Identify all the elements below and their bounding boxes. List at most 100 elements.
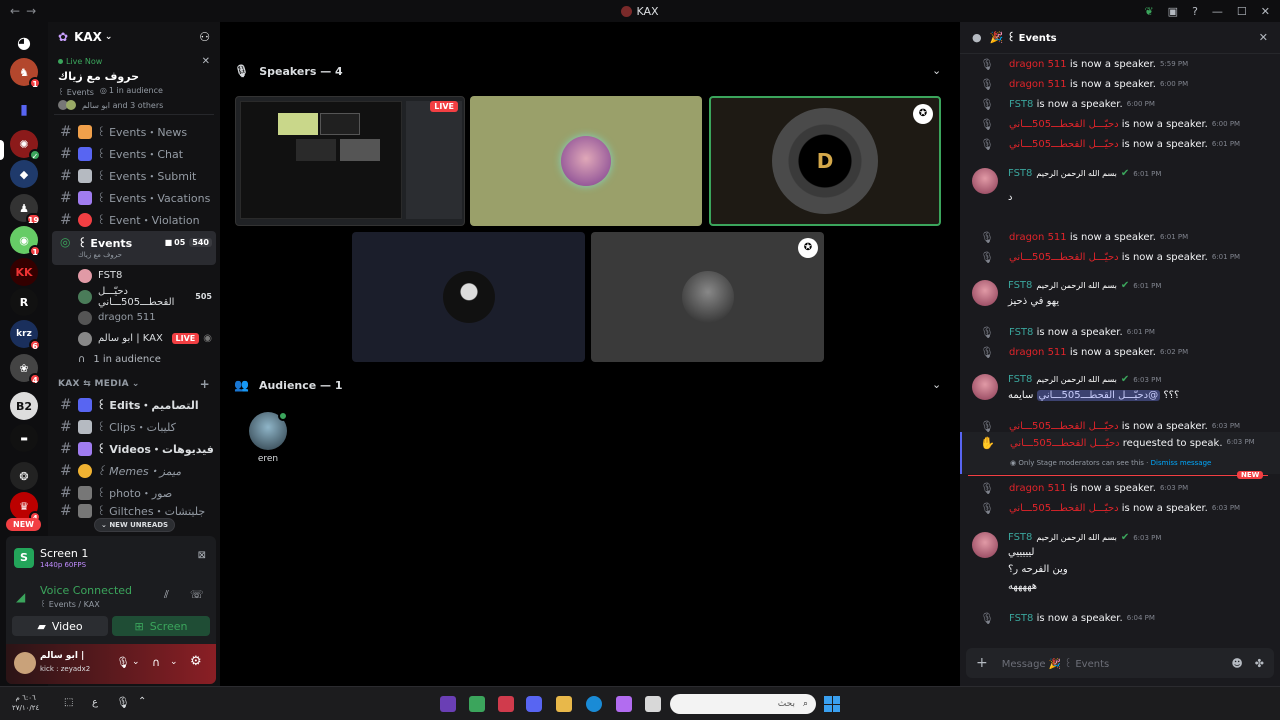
new-badge[interactable]: NEW — [6, 518, 41, 531]
voice-status[interactable]: Voice Connected — [40, 584, 132, 597]
stage-member[interactable]: FST8 — [48, 265, 220, 286]
channel-clips[interactable]: # ꒰ Clips・كليبات — [52, 416, 216, 438]
maximize-icon[interactable]: ☐ — [1237, 5, 1247, 18]
avatar[interactable] — [972, 532, 998, 558]
stage-channel-events[interactable]: ◎ ꒰ Events ■ 05 540 حروف مع زياك — [52, 231, 216, 265]
minimize-icon[interactable]: — — [1212, 5, 1223, 18]
category-media[interactable]: KAX ⇆ MEDIA ⌄ + — [48, 374, 220, 394]
lang-indicator[interactable]: ع — [92, 697, 98, 708]
avatar[interactable] — [972, 280, 998, 306]
help-icon[interactable]: ? — [1192, 5, 1198, 18]
channel-giltches[interactable]: # ꒰ Giltches・جليتشات — [52, 504, 216, 518]
chevron-down-icon[interactable]: ⌄ — [132, 657, 140, 667]
channel-photo[interactable]: # ꒰ photo・صور — [52, 482, 216, 504]
dismiss-link[interactable]: Dismiss message — [1151, 459, 1212, 467]
chevron-up-icon[interactable]: ⌃ — [138, 696, 146, 707]
channel-videos[interactable]: # ꒰ Videos・فيديوهات — [52, 438, 216, 460]
mention[interactable]: @دحيّـــل القحطـــ505ـــاني — [1036, 390, 1161, 401]
raise-hand-icon: ✋ — [980, 436, 995, 450]
avatar[interactable] — [14, 652, 36, 674]
server-icon-4[interactable]: ◆ — [10, 160, 38, 188]
emoji-picker-icon[interactable]: ☻ — [1231, 657, 1242, 670]
channel-events-news[interactable]: # ꒰ Events・News — [52, 121, 216, 143]
server-icon-r[interactable]: R — [10, 288, 38, 316]
discord-home-icon[interactable]: ◕ — [10, 28, 38, 56]
screen-quality: 1440p 60FPS — [40, 561, 87, 569]
new-unreads-pill[interactable]: ⌄ NEW UNREADS — [94, 518, 176, 532]
server-icon-8[interactable]: ▬ — [10, 424, 38, 452]
avatar[interactable] — [972, 374, 998, 400]
leaf-icon[interactable]: ❦ — [1144, 5, 1153, 18]
server-header[interactable]: ✿ KAX ⌄ ⚇ — [48, 22, 220, 52]
taskbar-search[interactable]: بحث ⌕ — [670, 694, 816, 714]
chevron-down-icon[interactable]: ⌄ — [932, 378, 941, 391]
stage-channel-subtitle: حروف مع زياك — [78, 251, 122, 259]
video-button[interactable]: ▰ Video — [12, 616, 108, 636]
speaker-tile-screenshare[interactable]: LIVE — [235, 96, 465, 226]
app-icon[interactable] — [645, 696, 661, 712]
server-icon-b2[interactable]: B2 — [10, 392, 38, 420]
server-icon-9[interactable]: ❂ — [10, 462, 38, 490]
add-attachment-icon[interactable]: + — [976, 655, 988, 671]
inbox-icon[interactable]: ▣ — [1168, 5, 1178, 18]
avatar[interactable] — [972, 168, 998, 194]
system-message: 🎙 دحيّـــل القحطـــ505ـــاني is now a spe… — [980, 501, 1241, 515]
chevron-down-icon[interactable]: ⌄ — [932, 64, 941, 77]
screen-title: Screen 1 — [40, 547, 89, 560]
message-input[interactable]: + Message 🎉 ꒰ Events ☻ ✤ — [966, 648, 1274, 678]
speaker-tile-5[interactable]: ✪ — [591, 232, 824, 362]
server-icon-6[interactable]: ◉ 1 — [10, 226, 41, 257]
stage-member[interactable]: ابو سالم | KAX LIVE ◉ — [48, 328, 220, 349]
app-icon[interactable] — [440, 696, 456, 712]
apps-icon[interactable]: ✤ — [1255, 657, 1264, 670]
invite-icon[interactable]: ⚇ — [199, 30, 210, 44]
noise-suppression-icon[interactable]: ⫽ — [164, 588, 169, 602]
settings-gear-icon[interactable]: ⚙ — [190, 654, 202, 669]
channel-event-violation[interactable]: # ꒰ Event・Violation — [52, 209, 216, 231]
audience-member[interactable]: eren — [246, 411, 290, 464]
stage-audience[interactable]: ∩ 1 in audience — [48, 349, 220, 370]
server-icon-7[interactable]: ❀ 4 — [10, 354, 41, 385]
chevron-down-icon[interactable]: ⌄ — [170, 657, 178, 667]
stage-channel-name: ꒰ Events — [78, 237, 133, 250]
close-window-icon[interactable]: ✕ — [1261, 5, 1270, 18]
server-icon-2[interactable]: ▮ — [10, 96, 38, 124]
server-icon-krz[interactable]: krz 6 — [10, 320, 41, 351]
close-icon[interactable]: ✕ — [1259, 31, 1268, 44]
voice-channel[interactable]: ꒰ Events / KAX — [40, 598, 100, 609]
speaker-tile-dragon[interactable]: D ✪ — [709, 96, 941, 226]
copilot-icon[interactable] — [616, 696, 632, 712]
speaker-tile-4[interactable] — [352, 232, 585, 362]
channel-memes[interactable]: # ꒰ Memes・ميمز — [52, 460, 216, 482]
notification-icon[interactable]: ⬚ — [64, 697, 73, 708]
mic-icon[interactable]: 🎙 — [116, 656, 130, 669]
app-icon[interactable] — [469, 696, 485, 712]
app-icon[interactable] — [498, 696, 514, 712]
close-icon[interactable]: ✕ — [202, 56, 210, 67]
headphones-icon[interactable]: ∩ — [152, 656, 160, 669]
channel-edits[interactable]: # ꒰ Edits・التصاميم — [52, 394, 216, 416]
edge-icon[interactable] — [586, 696, 602, 712]
server-icon-10[interactable]: ♛4 — [10, 492, 41, 523]
channel-events-chat[interactable]: # ꒰ Events・Chat — [52, 143, 216, 165]
file-explorer-icon[interactable] — [556, 696, 572, 712]
stop-stream-icon[interactable]: ⊠ — [198, 550, 206, 561]
server-icon-3[interactable]: ✺ ✓ — [10, 130, 41, 161]
mic-icon: 🎙 — [980, 250, 994, 264]
stage-member[interactable]: dragon 511 — [48, 307, 220, 328]
start-icon[interactable] — [824, 696, 840, 712]
live-event-card[interactable]: Live Now ✕ حروف مع زياك ꒰ Events ◎ 1 in aud… — [54, 52, 214, 115]
mic-icon[interactable]: 🎙 — [116, 696, 130, 709]
add-channel-icon[interactable]: + — [200, 377, 210, 391]
server-icon-1[interactable]: ♞ 1 — [10, 58, 41, 89]
speaker-tile-fst8[interactable] — [470, 96, 702, 226]
stage-member[interactable]: دحيّـــل القحطـــ505ـــاني 505 — [48, 286, 220, 308]
discord-taskbar-icon[interactable] — [526, 696, 542, 712]
back-forward-arrows[interactable]: ←→ — [10, 4, 42, 18]
server-icon-5[interactable]: ♟ 19 — [10, 194, 41, 225]
server-icon-kk[interactable]: KK — [10, 258, 38, 286]
screen-button[interactable]: ⊞ Screen — [112, 616, 210, 636]
channel-events-vacations[interactable]: # ꒰ Events・Vacations — [52, 187, 216, 209]
disconnect-icon[interactable]: ☏ — [190, 588, 204, 601]
channel-events-submit[interactable]: # ꒰ Events・Submit — [52, 165, 216, 187]
